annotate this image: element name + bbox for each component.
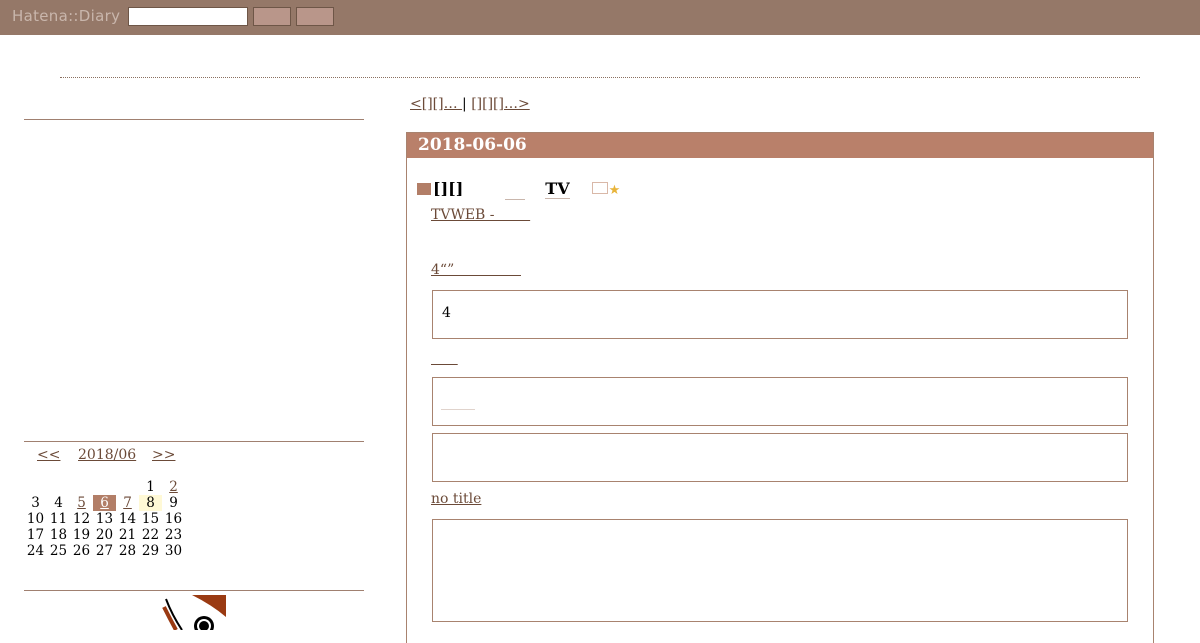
quote-box: 4: [432, 290, 1128, 339]
calendar-day: 16: [164, 511, 183, 527]
calendar-week: 10 11 12 13 14 15 16: [24, 511, 185, 527]
quote-box: [432, 433, 1128, 482]
calendar-day-link[interactable]: 7: [123, 495, 132, 511]
calendar-day: 22: [141, 527, 160, 543]
calendar-day: [93, 479, 116, 495]
calendar-day: 7: [116, 495, 139, 511]
calendar-day: 29: [141, 543, 160, 559]
section-title-text[interactable]: [][]: [433, 179, 463, 198]
calendar-day: 28: [118, 543, 137, 559]
entry-link[interactable]: no title: [431, 491, 481, 507]
calendar-day: 14: [118, 511, 137, 527]
mascot-icon: [162, 595, 226, 630]
entry-link[interactable]: 4“”: [431, 262, 521, 278]
calendar-day: 1: [146, 479, 155, 495]
next-entry-link[interactable]: [][][]…>: [471, 96, 530, 112]
calendar-day: 10: [26, 511, 45, 527]
calendar-day: 13: [95, 511, 114, 527]
entry-link[interactable]: [431, 351, 458, 367]
sidebar-divider: [24, 441, 364, 442]
section-title: [][] TV ★: [417, 179, 620, 200]
sidebar-divider: [24, 119, 364, 120]
section-category-link[interactable]: [505, 183, 526, 200]
entry-pager: <[][]… | [][][]…>: [410, 96, 530, 112]
day-entry: 2018-06-06 [][] TV ★ TVWEB - 4“” 4 no titl…: [406, 132, 1154, 643]
calendar-day: 25: [49, 543, 68, 559]
calendar-day: 24: [26, 543, 45, 559]
calendar-day: 18: [49, 527, 68, 543]
calendar-day-link[interactable]: 2: [169, 479, 178, 495]
search-input[interactable]: [128, 7, 248, 26]
calendar-day: 5: [70, 495, 93, 511]
square-icon: [417, 183, 431, 195]
header-divider: [60, 77, 1140, 78]
sidebar-divider: [24, 590, 364, 591]
calendar-day: 20: [95, 527, 114, 543]
calendar-day: 6: [93, 495, 116, 511]
calendar-day: 17: [26, 527, 45, 543]
hatena-diary-logo[interactable]: Hatena::Diary: [12, 7, 120, 25]
calendar-next-month-link[interactable]: >>: [152, 447, 175, 463]
calendar-day: 30: [164, 543, 183, 559]
calendar-day: 4: [54, 495, 63, 511]
calendar-week: 3456789: [24, 495, 185, 511]
top-bar: Hatena::Diary: [0, 0, 1200, 35]
calendar-day: [47, 479, 70, 495]
calendar-day: 15: [141, 511, 160, 527]
secondary-button[interactable]: [296, 7, 334, 26]
quote-box: [432, 377, 1128, 426]
calendar-day: [70, 479, 93, 495]
calendar-day: 8: [139, 495, 162, 511]
calendar-day: 2: [162, 479, 185, 495]
quote-text: 4: [442, 305, 451, 321]
search-button[interactable]: [253, 7, 291, 26]
calendar-day: 26: [72, 543, 91, 559]
calendar-week: 24 25 26 27 28 29 30: [24, 543, 185, 559]
calendar-month-link[interactable]: 2018/06: [78, 447, 136, 463]
calendar-day: 12: [72, 511, 91, 527]
calendar-prev-month-link[interactable]: <<: [37, 447, 60, 463]
pager-separator: |: [462, 96, 472, 112]
calendar-day: 19: [72, 527, 91, 543]
quote-placeholder-line: [441, 409, 475, 410]
calendar-day: 27: [95, 543, 114, 559]
day-date[interactable]: 2018-06-06: [407, 133, 1153, 158]
prev-entry-link[interactable]: <[][]…: [410, 96, 462, 112]
calendar-week: 12: [24, 479, 185, 495]
calendar-week: 17 18 19 20 21 22 23: [24, 527, 185, 543]
calendar-day: 9: [169, 495, 178, 511]
calendar-day: 11: [49, 511, 68, 527]
star-icon[interactable]: ★: [609, 183, 621, 198]
calendar-day: 23: [164, 527, 183, 543]
section-category-tv[interactable]: TV: [545, 179, 570, 199]
entry-link[interactable]: TVWEB -: [431, 207, 530, 223]
calendar-day-link[interactable]: 6: [100, 495, 109, 511]
calendar-table: 1 2 3 4 5 6 7 8 9 10 11 12 13 14 15 16 17 18 19 20 21 22 23 24 2…: [24, 479, 185, 559]
calendar-day: 21: [118, 527, 137, 543]
image-icon[interactable]: [591, 182, 608, 194]
calendar-day: [116, 479, 139, 495]
calendar-day-link[interactable]: 5: [77, 495, 86, 511]
calendar-day: 3: [31, 495, 40, 511]
quote-box: [432, 519, 1128, 622]
calendar-day: [24, 479, 47, 495]
